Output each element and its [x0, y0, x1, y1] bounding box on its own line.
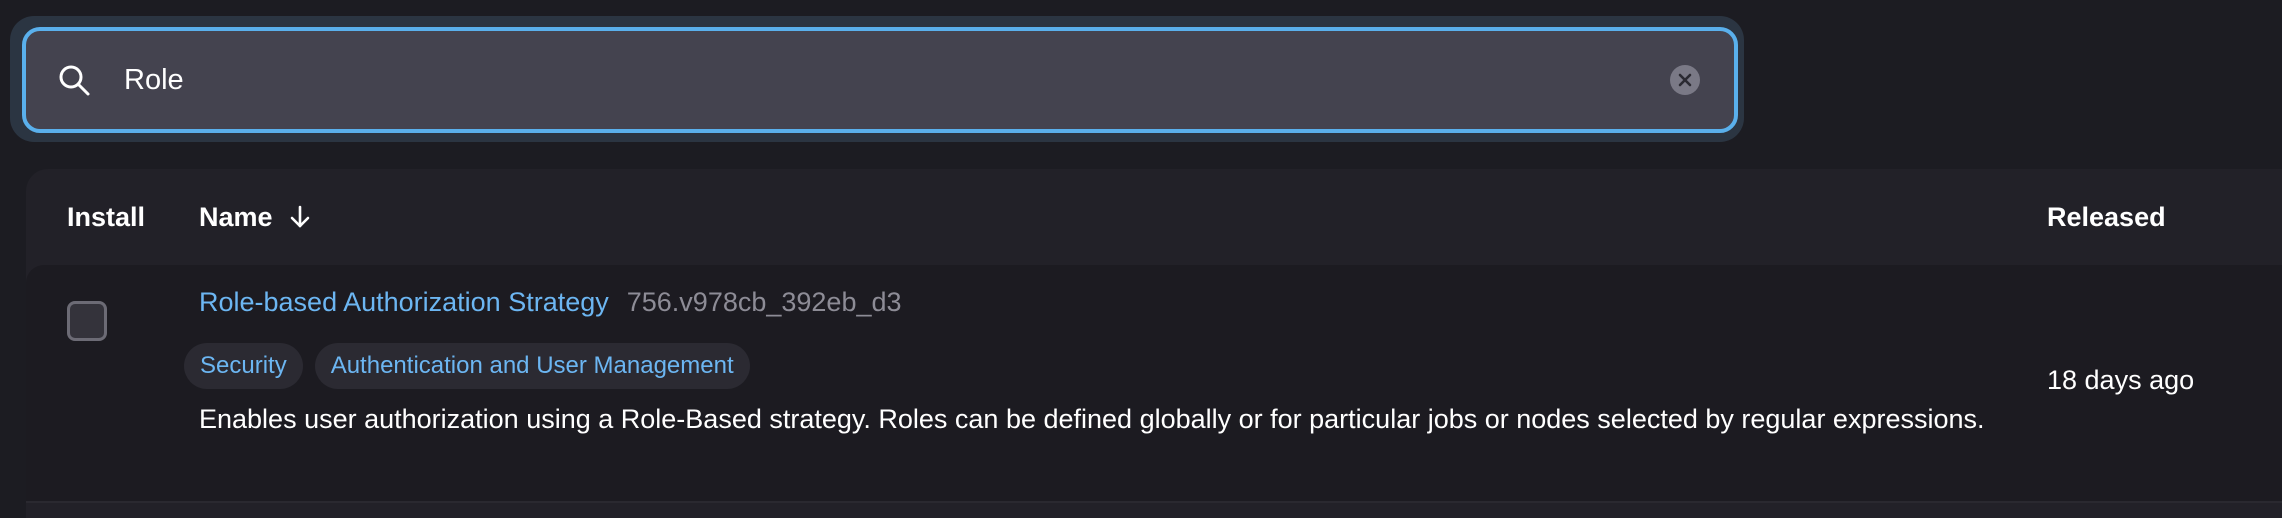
search-bar[interactable]: [22, 27, 1738, 133]
arrow-down-icon: [289, 205, 311, 229]
table-row: Role-based Authorization Strategy 756.v9…: [26, 265, 2282, 503]
plugin-name-link[interactable]: Role-based Authorization Strategy: [199, 287, 609, 318]
column-header-name-label: Name: [199, 202, 273, 232]
plugins-table: Install Name Released Role-based Authori…: [26, 169, 2282, 518]
search-input[interactable]: [124, 50, 1670, 110]
plugin-description: Enables user authorization using a Role-…: [199, 404, 1985, 434]
plugin-tags: Security Authentication and User Managem…: [184, 343, 750, 389]
tag-security[interactable]: Security: [184, 343, 303, 389]
plugin-version: 756.v978cb_392eb_d3: [626, 287, 902, 317]
close-icon: [1678, 73, 1692, 87]
plugin-title: Role-based Authorization Strategy 756.v9…: [199, 287, 902, 318]
install-checkbox[interactable]: [67, 301, 107, 341]
column-header-released: Released: [2047, 202, 2166, 232]
column-header-name[interactable]: Name: [199, 201, 311, 233]
search-icon: [56, 62, 92, 98]
clear-search-button[interactable]: [1670, 65, 1700, 95]
plugin-manager-page: Install Name Released Role-based Authori…: [0, 0, 2282, 518]
released-date: 18 days ago: [2047, 365, 2195, 395]
table-header: Install Name Released: [26, 169, 2282, 265]
column-header-install: Install: [67, 202, 146, 232]
tag-authentication-user-management[interactable]: Authentication and User Management: [314, 343, 750, 389]
